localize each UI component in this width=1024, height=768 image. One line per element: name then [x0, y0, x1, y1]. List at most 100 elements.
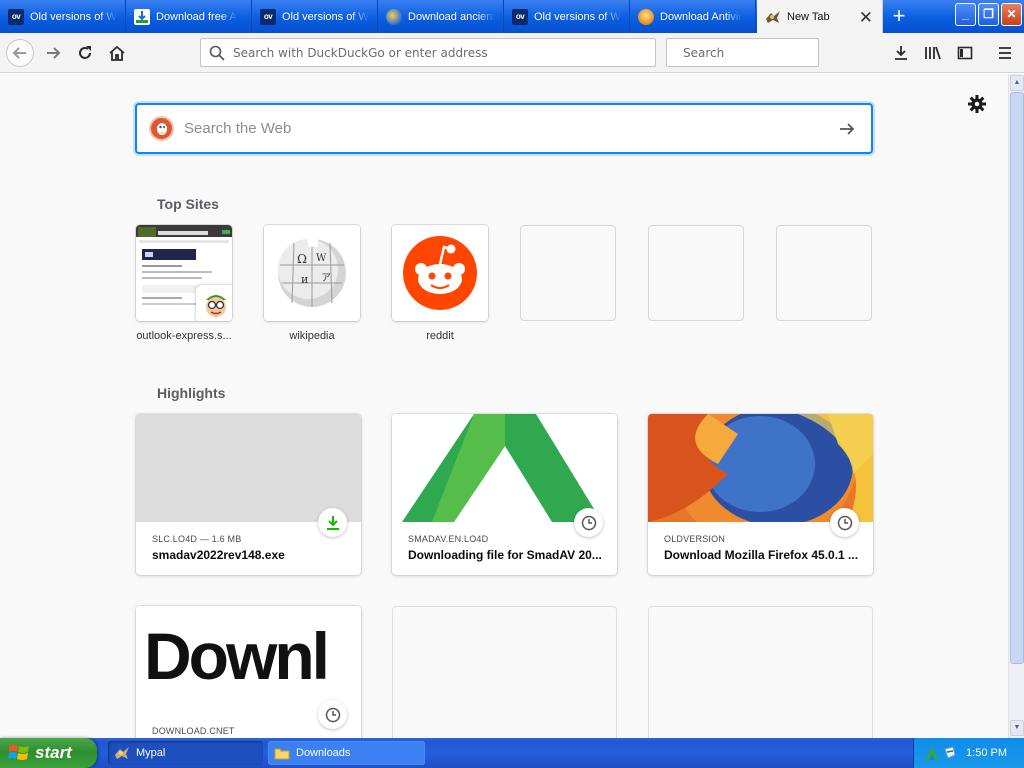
library-button[interactable] — [920, 40, 946, 66]
scroll-up-arrow-icon[interactable]: ▲ — [1010, 75, 1024, 91]
tab-label: Old versions of W — [282, 10, 369, 23]
taskbar-item-mypal[interactable]: Mypal — [108, 741, 263, 765]
card-image — [392, 414, 617, 522]
card-host: SMADAV.EN.LO4D — [408, 534, 489, 544]
search-bar[interactable] — [666, 38, 833, 67]
windows-logo-icon — [8, 745, 29, 760]
top-site-wikipedia[interactable]: Ω W и ア wikipedia — [264, 225, 360, 342]
site-label: reddit — [426, 330, 454, 342]
svg-text:и: и — [301, 273, 308, 286]
task-label: Mypal — [136, 747, 166, 759]
forward-button[interactable] — [40, 40, 66, 66]
clock-badge — [318, 700, 347, 729]
card-title: Downloading file for SmadAV 20... — [408, 548, 602, 562]
sidebar-icon — [957, 46, 973, 60]
wikipedia-icon: Ω W и ア — [264, 225, 360, 321]
home-button[interactable] — [104, 40, 130, 66]
tab-label: Download Antivir — [660, 10, 742, 23]
reload-button[interactable] — [72, 40, 98, 66]
sidebar-button[interactable] — [952, 40, 978, 66]
empty-site-slot — [776, 225, 872, 321]
arrow-right-icon — [47, 47, 61, 59]
system-tray: 1:50 PM — [913, 738, 1024, 768]
top-site-outlook-express[interactable]: outlook-express.s... — [136, 225, 232, 342]
address-bar[interactable] — [200, 38, 656, 67]
svg-text:ア: ア — [321, 273, 331, 284]
oldversion-icon: ov — [260, 8, 276, 25]
tab-download-ancient[interactable]: Download ancient — [378, 0, 504, 33]
tab-oldversion-1[interactable]: ov Old versions of W — [0, 0, 126, 33]
menu-button[interactable] — [992, 40, 1018, 66]
task-label: Downloads — [296, 747, 351, 759]
globe-icon — [386, 8, 402, 25]
top-site-empty[interactable] — [776, 225, 872, 321]
taskbar: start Mypal Downloads 1:50 PM — [0, 738, 1024, 768]
taskbar-item-downloads[interactable]: Downloads — [268, 741, 425, 765]
oldversion-icon: ov — [8, 8, 24, 25]
clock-badge — [830, 508, 859, 537]
clock[interactable]: 1:50 PM — [966, 747, 1007, 759]
highlight-card-empty — [648, 606, 873, 738]
highlight-card-empty — [392, 606, 617, 738]
vertical-scrollbar[interactable]: ▲ ▼ — [1008, 74, 1024, 738]
minimize-button[interactable]: _ — [955, 3, 976, 26]
scrollbar-thumb[interactable] — [1010, 92, 1024, 664]
clock-icon — [325, 707, 340, 722]
card-image — [648, 414, 873, 522]
download-icon — [326, 515, 339, 530]
site-thumbnail — [392, 225, 488, 321]
tab-oldversion-2[interactable]: ov Old versions of W — [252, 0, 378, 33]
tab-new-tab[interactable]: New Tab ✕ — [757, 0, 883, 33]
gear-icon — [968, 95, 986, 113]
maximize-button[interactable]: ❐ — [978, 3, 999, 26]
top-site-empty[interactable] — [520, 225, 616, 321]
download-badge — [318, 508, 347, 537]
tab-download-antivirus[interactable]: Download Antivir — [630, 0, 756, 33]
shield-icon — [638, 8, 654, 25]
tab-label: Old versions of W — [534, 10, 621, 23]
close-tab-icon[interactable]: ✕ — [859, 8, 873, 28]
site-label: wikipedia — [289, 330, 335, 342]
reload-icon — [79, 46, 91, 59]
card-title: smadav2022rev148.exe — [152, 548, 285, 562]
settings-gear-button[interactable] — [966, 93, 988, 115]
highlight-card-cnet[interactable]: Downl DOWNLOAD.CNET — [136, 606, 361, 738]
highlight-card-smadav-download[interactable]: SLC.LO4D — 1.6 MB smadav2022rev148.exe — [136, 414, 361, 575]
close-window-button[interactable]: ✕ — [1001, 3, 1022, 26]
address-input[interactable] — [233, 45, 655, 60]
new-tab-page: Top Sites — [0, 74, 1008, 738]
tab-oldversion-3[interactable]: ov Old versions of W — [504, 0, 630, 33]
site-label: outlook-express.s... — [136, 330, 232, 342]
navigation-toolbar — [0, 33, 1024, 73]
mascot-icon — [206, 295, 226, 317]
download-icon — [895, 46, 907, 60]
svg-text:W: W — [316, 253, 327, 264]
back-button[interactable] — [6, 39, 34, 67]
highlight-card-firefox[interactable]: OLDVERSION Download Mozilla Firefox 45.0… — [648, 414, 873, 575]
search-submit-button[interactable] — [827, 109, 867, 149]
highlight-card-smadav-page[interactable]: SMADAV.EN.LO4D Downloading file for Smad… — [392, 414, 617, 575]
scroll-down-arrow-icon[interactable]: ▼ — [1010, 720, 1024, 736]
downloads-button[interactable] — [888, 40, 914, 66]
search-input[interactable] — [683, 45, 833, 60]
card-host: DOWNLOAD.CNET — [152, 726, 235, 736]
folder-icon — [274, 748, 290, 760]
smadav-tray-icon[interactable] — [924, 745, 940, 761]
svg-text:Ω: Ω — [297, 252, 307, 266]
tab-label: Download ancient — [408, 10, 496, 23]
web-search-input[interactable] — [184, 120, 827, 137]
start-button[interactable]: start — [0, 738, 97, 768]
network-tray-icon[interactable] — [943, 745, 957, 761]
new-tab-button[interactable]: + — [886, 4, 912, 30]
top-site-empty[interactable] — [648, 225, 744, 321]
mypal-icon — [765, 9, 781, 25]
web-search-box[interactable] — [135, 103, 873, 154]
arrow-left-icon — [12, 47, 26, 59]
oldversion-icon: ov — [512, 8, 528, 25]
tab-download-free[interactable]: Download free A — [126, 0, 252, 33]
clock-icon — [837, 515, 852, 530]
card-image: Downl — [136, 606, 361, 714]
top-site-reddit[interactable]: reddit — [392, 225, 488, 342]
mypal-icon — [115, 747, 129, 759]
card-image — [136, 414, 361, 522]
